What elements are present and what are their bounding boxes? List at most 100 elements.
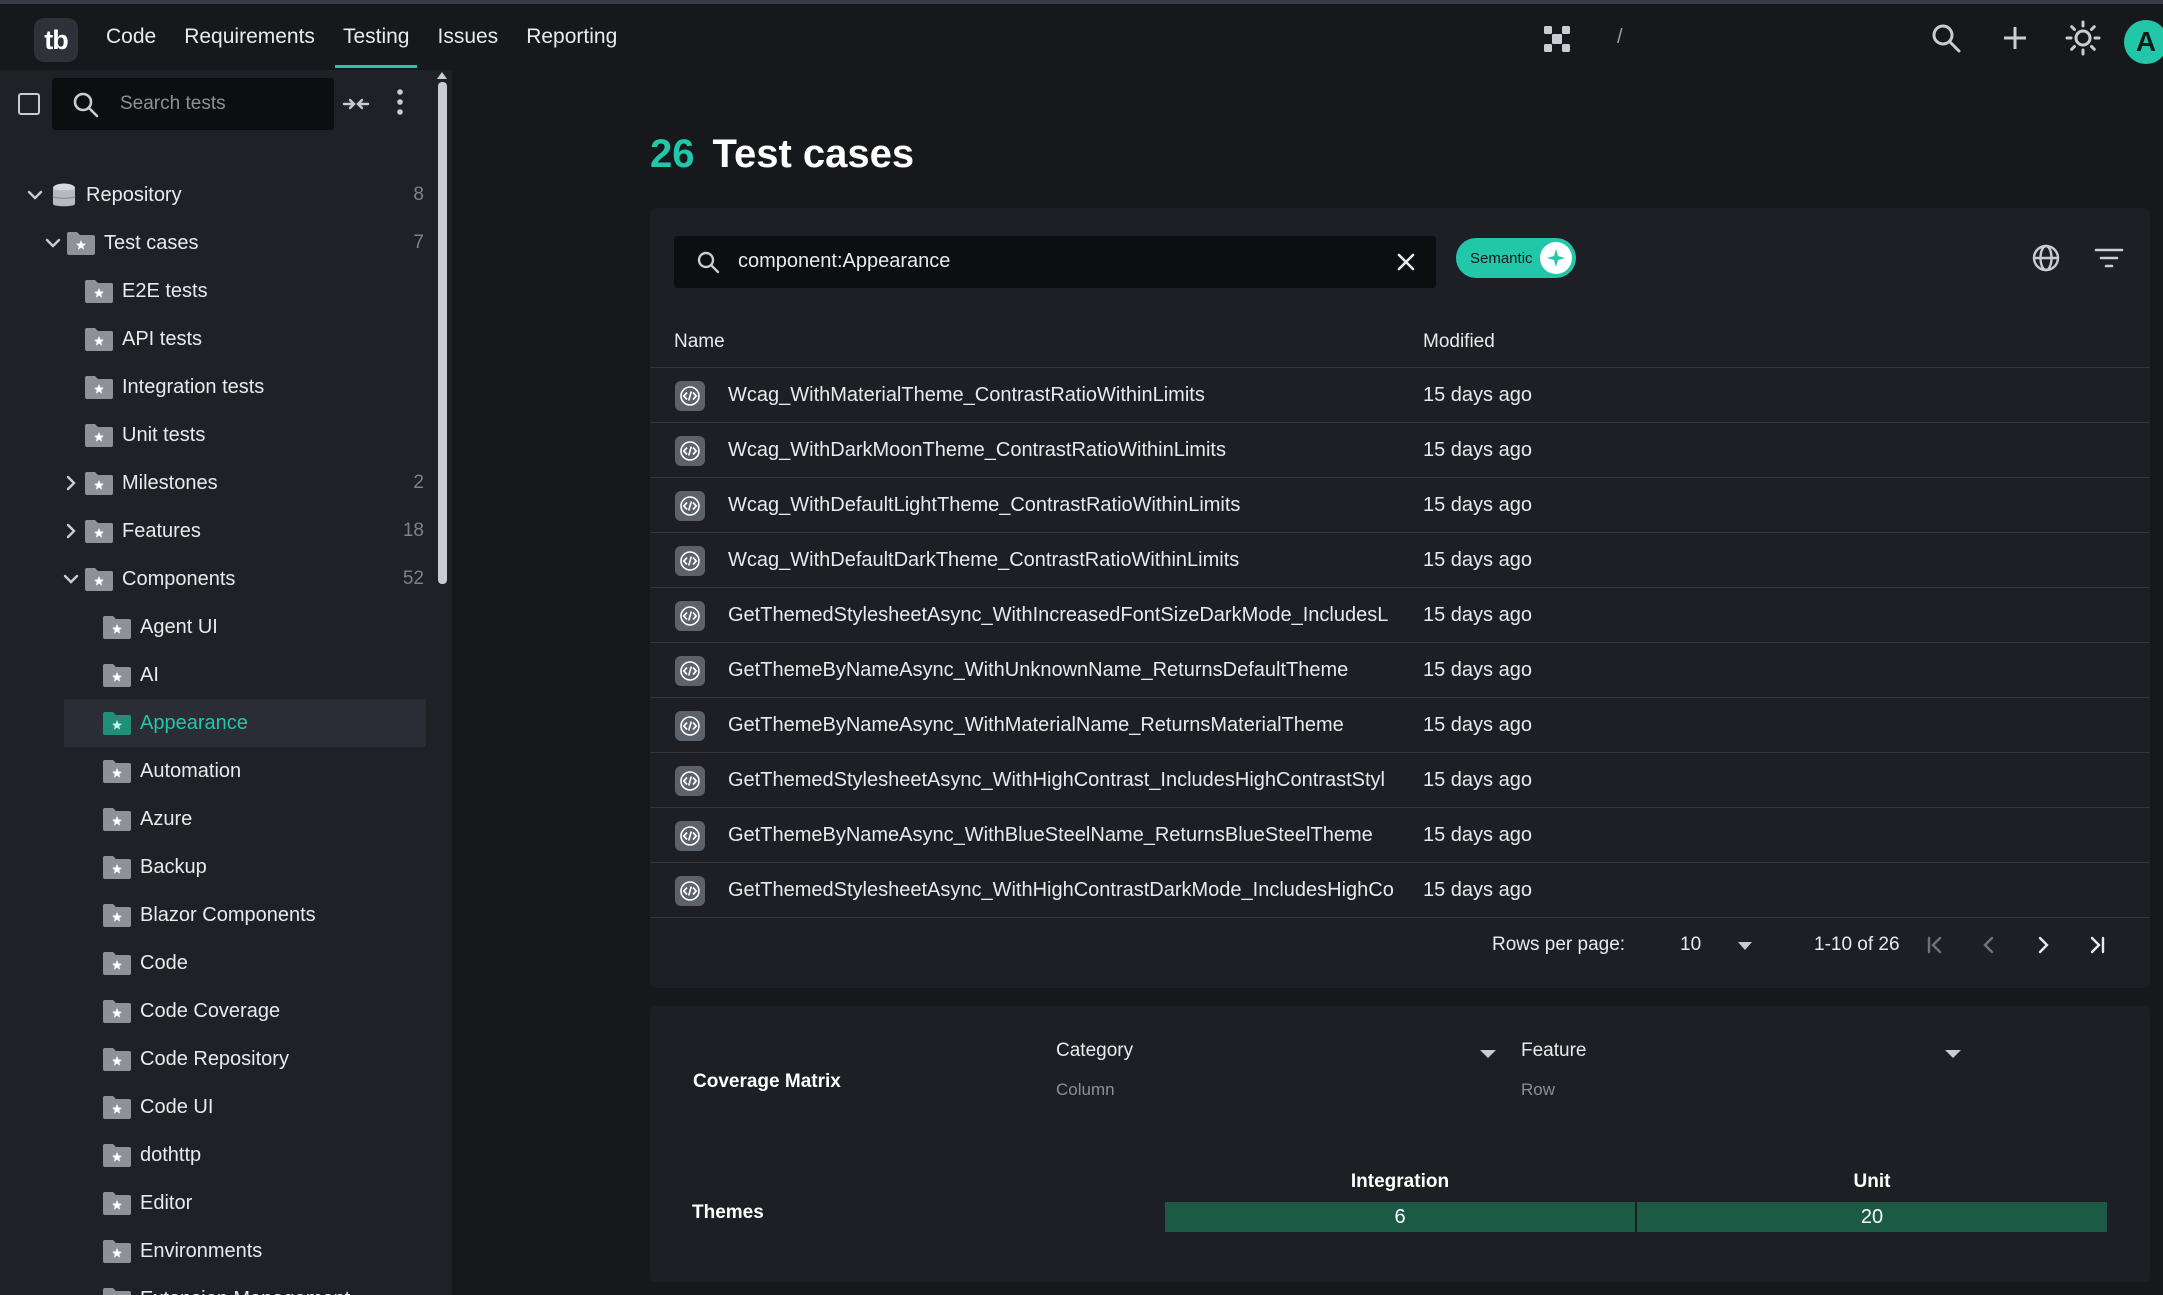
table-row[interactable]: Wcag_WithMaterialTheme_ContrastRatioWith… — [650, 368, 2150, 423]
table-row[interactable]: Wcag_WithDefaultDarkTheme_ContrastRatioW… — [650, 533, 2150, 588]
column-select[interactable]: Category Column — [1056, 1040, 1496, 1110]
tree-item[interactable]: AI — [0, 651, 430, 699]
sidebar-scrollbar[interactable] — [438, 82, 447, 584]
folder-icon — [102, 614, 132, 640]
more-options-icon[interactable] — [392, 87, 408, 122]
chevron-down-icon[interactable] — [44, 234, 62, 252]
chevron-right-icon[interactable] — [62, 522, 80, 540]
tree-item[interactable]: Environments — [0, 1227, 430, 1275]
tree-item[interactable]: API tests — [0, 315, 430, 363]
folder-icon — [84, 326, 114, 352]
select-all-checkbox[interactable] — [18, 93, 40, 115]
matrix-cell[interactable]: 20 — [1637, 1202, 2107, 1232]
globe-icon[interactable] — [2030, 242, 2062, 279]
nav-testing[interactable]: Testing — [329, 4, 424, 70]
table-row[interactable]: Wcag_WithDefaultLightTheme_ContrastRatio… — [650, 478, 2150, 533]
tree-item[interactable]: Agent UI — [0, 603, 430, 651]
table-row[interactable]: Wcag_WithDarkMoonTheme_ContrastRatioWith… — [650, 423, 2150, 478]
chevron-down-icon[interactable] — [26, 186, 44, 204]
test-case-name[interactable]: GetThemeByNameAsync_WithUnknownName_Retu… — [728, 643, 1400, 698]
matrix-cell[interactable]: 6 — [1165, 1202, 1635, 1232]
semantic-toggle[interactable]: Semantic — [1456, 238, 1576, 278]
search-placeholder: Search tests — [120, 93, 226, 114]
tree-item[interactable]: Test cases 7 — [0, 219, 430, 267]
test-case-name[interactable]: GetThemedStylesheetAsync_WithHighContras… — [728, 753, 1400, 808]
rows-per-page-label: Rows per page: — [1492, 934, 1626, 955]
tree-item[interactable]: dothttp — [0, 1131, 430, 1179]
tree-item[interactable]: Backup — [0, 843, 430, 891]
test-case-name[interactable]: GetThemeByNameAsync_WithMaterialName_Ret… — [728, 698, 1400, 753]
test-case-name[interactable]: Wcag_WithDefaultDarkTheme_ContrastRatioW… — [728, 533, 1400, 588]
coverage-matrix-card: Coverage Matrix Category Column Feature … — [650, 1006, 2150, 1282]
add-icon[interactable] — [1998, 21, 2032, 55]
tree-item-count: 2 — [413, 472, 424, 493]
tree-item[interactable]: Blazor Components — [0, 891, 430, 939]
test-case-name[interactable]: Wcag_WithDarkMoonTheme_ContrastRatioWith… — [728, 423, 1400, 478]
clear-query-icon[interactable] — [1394, 250, 1418, 279]
tree-item[interactable]: Extension Management — [0, 1275, 430, 1295]
tree-item[interactable]: Code Repository — [0, 1035, 430, 1083]
tree-item[interactable]: Milestones 2 — [0, 459, 430, 507]
column-header-modified[interactable]: Modified — [1423, 316, 1495, 368]
table-row[interactable]: GetThemedStylesheetAsync_WithHighContras… — [650, 863, 2150, 918]
test-case-name[interactable]: GetThemeByNameAsync_WithBlueSteelName_Re… — [728, 808, 1400, 863]
tree-item[interactable]: Azure — [0, 795, 430, 843]
focus-mode-icon[interactable] — [1540, 22, 1574, 56]
search-icon[interactable] — [1929, 21, 1963, 55]
row-select[interactable]: Feature Row — [1521, 1040, 1961, 1110]
nav-code[interactable]: Code — [92, 4, 170, 70]
chevron-down-icon[interactable] — [62, 570, 80, 588]
table-row[interactable]: GetThemedStylesheetAsync_WithIncreasedFo… — [650, 588, 2150, 643]
table-row[interactable]: GetThemeByNameAsync_WithBlueSteelName_Re… — [650, 808, 2150, 863]
query-value: component:Appearance — [738, 250, 951, 272]
tree-item[interactable]: Automation — [0, 747, 430, 795]
search-tests-input[interactable]: Search tests — [52, 78, 334, 130]
tree-item[interactable]: Appearance — [64, 699, 426, 747]
nav-issues[interactable]: Issues — [423, 4, 512, 70]
tree-item[interactable]: Repository 8 — [0, 171, 430, 219]
table-row[interactable]: GetThemedStylesheetAsync_WithHighContras… — [650, 753, 2150, 808]
last-page-icon[interactable] — [2082, 930, 2112, 960]
previous-page-icon[interactable] — [1974, 930, 2004, 960]
scroll-up-arrow[interactable] — [437, 72, 447, 79]
test-cases-card: component:Appearance Semantic Name Modif… — [650, 208, 2150, 988]
tree-item[interactable]: Code UI — [0, 1083, 430, 1131]
breadcrumb-separator: / — [1617, 26, 1623, 48]
next-page-icon[interactable] — [2028, 930, 2058, 960]
collapse-all-icon[interactable] — [342, 90, 370, 121]
test-case-name[interactable]: Wcag_WithMaterialTheme_ContrastRatioWith… — [728, 368, 1400, 423]
rows-per-page-caret[interactable] — [1738, 942, 1752, 950]
tree-item-label: Components — [122, 567, 236, 590]
first-page-icon[interactable] — [1920, 930, 1950, 960]
tree-item[interactable]: Code — [0, 939, 430, 987]
test-case-name[interactable]: GetThemedStylesheetAsync_WithHighContras… — [728, 863, 1400, 918]
theme-toggle-sun-icon[interactable] — [2065, 20, 2101, 56]
filter-icon[interactable] — [2094, 246, 2124, 275]
tree-item[interactable]: E2E tests — [0, 267, 430, 315]
tree-item-label: Code — [140, 951, 188, 974]
table-row[interactable]: GetThemeByNameAsync_WithUnknownName_Retu… — [650, 643, 2150, 698]
tree-item[interactable]: Code Coverage — [0, 987, 430, 1035]
table-row[interactable]: GetThemeByNameAsync_WithMaterialName_Ret… — [650, 698, 2150, 753]
nav-requirements[interactable]: Requirements — [170, 4, 329, 70]
app-logo[interactable]: tb — [34, 18, 78, 62]
user-avatar[interactable]: A — [2124, 20, 2163, 64]
rows-per-page-select[interactable]: 10 — [1680, 934, 1701, 956]
nav-reporting[interactable]: Reporting — [512, 4, 631, 70]
database-icon — [50, 182, 80, 208]
table-header: Name Modified — [650, 316, 2150, 368]
column-header-name[interactable]: Name — [674, 316, 725, 368]
tree-item[interactable]: Integration tests — [0, 363, 430, 411]
test-case-modified: 15 days ago — [1423, 879, 1532, 901]
tree-item-count: 18 — [402, 520, 424, 541]
tree-item[interactable]: Editor — [0, 1179, 430, 1227]
tree-item[interactable]: Unit tests — [0, 411, 430, 459]
test-case-name[interactable]: GetThemedStylesheetAsync_WithIncreasedFo… — [728, 588, 1400, 643]
tree-item[interactable]: Components 52 — [0, 555, 430, 603]
tree-item[interactable]: Features 18 — [0, 507, 430, 555]
test-case-name[interactable]: Wcag_WithDefaultLightTheme_ContrastRatio… — [728, 478, 1400, 533]
test-case-modified: 15 days ago — [1423, 494, 1532, 516]
tree-item-label: API tests — [122, 327, 203, 350]
query-input[interactable]: component:Appearance — [674, 236, 1436, 288]
chevron-right-icon[interactable] — [62, 474, 80, 492]
